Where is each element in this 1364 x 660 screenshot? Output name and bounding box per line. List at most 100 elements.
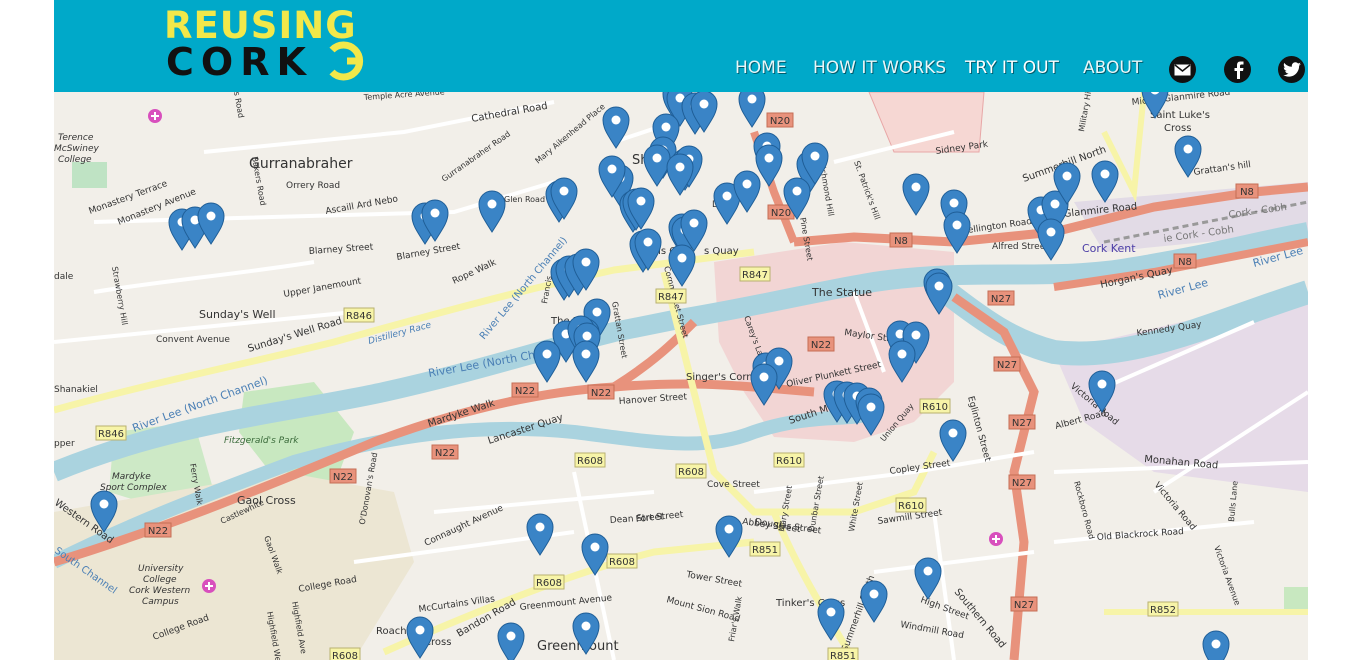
shield-n22-4: N22 [329, 468, 357, 484]
shield-r610: R610 [773, 452, 805, 468]
svg-text:R608: R608 [332, 651, 358, 660]
shield-r610-2: R610 [919, 398, 951, 414]
svg-text:R852: R852 [1150, 605, 1176, 616]
park-block-2 [1284, 587, 1308, 612]
label-orrery-road: Orrery Road [286, 181, 340, 191]
hospital-icon [989, 532, 1003, 546]
shield-n27-2: N27 [993, 356, 1021, 372]
park-block-1 [72, 162, 107, 188]
label-cross: Cross [1164, 123, 1191, 134]
shield-r846-2: R846 [95, 425, 127, 441]
label-dale-fragment: dale [54, 272, 74, 282]
email-icon[interactable] [1169, 56, 1196, 83]
shield-n8-3: N8 [1173, 253, 1197, 269]
svg-text:N27: N27 [991, 294, 1011, 305]
svg-text:N22: N22 [333, 472, 353, 483]
label-the-statue: The Statue [811, 286, 872, 299]
svg-text:R847: R847 [742, 270, 768, 281]
hospital-icon [202, 579, 216, 593]
label-sundays-well: Sunday's Well [199, 308, 276, 321]
shield-n22-6: N22 [807, 336, 835, 352]
svg-text:N22: N22 [811, 340, 831, 351]
shield-r610-3: R610 [895, 497, 927, 513]
svg-text:R846: R846 [98, 429, 124, 440]
svg-text:N8: N8 [894, 236, 908, 247]
page-frame: REUSING CORK HOME HOW IT WORKS TRY IT OU… [54, 0, 1308, 660]
svg-text:R608: R608 [536, 578, 562, 589]
shield-n27: N27 [987, 290, 1015, 306]
shield-r851: R851 [749, 541, 781, 557]
label-shanakiel: Shanakiel [54, 385, 98, 395]
svg-text:N27: N27 [1014, 600, 1034, 611]
label-mardyke: Mardyke [112, 472, 151, 482]
shield-r851-2: R851 [827, 647, 859, 660]
svg-text:N20: N20 [770, 116, 790, 127]
shield-r608-3: R608 [606, 553, 638, 569]
svg-text:N22: N22 [515, 386, 535, 397]
shield-r846: R846 [343, 307, 375, 323]
label-glen-road: Glen Road [504, 195, 545, 204]
shield-r608: R608 [574, 452, 606, 468]
shield-n22: N22 [511, 382, 539, 398]
label-university: University [138, 564, 184, 574]
shield-r608-4: R608 [533, 574, 565, 590]
shield-n8-2: N8 [1235, 183, 1259, 199]
hospital-icon [148, 109, 162, 123]
label-campus: Campus [142, 597, 179, 607]
svg-text:N20: N20 [771, 208, 791, 219]
map-view[interactable]: Gurranabraher Sunday's Well Sunday's Wel… [54, 92, 1308, 660]
svg-text:R846: R846 [346, 311, 372, 322]
svg-text:R610: R610 [922, 402, 948, 413]
svg-text:N27: N27 [1012, 478, 1032, 489]
map-canvas[interactable]: Gurranabraher Sunday's Well Sunday's Wel… [54, 92, 1308, 660]
svg-text:R608: R608 [577, 456, 603, 467]
map-marker-icon[interactable] [1202, 630, 1230, 660]
label-college: College [143, 575, 177, 585]
shield-n20: N20 [766, 112, 794, 128]
shield-n27-3: N27 [1008, 414, 1036, 430]
shield-n27-4: N27 [1008, 474, 1036, 490]
nav-home[interactable]: HOME [735, 58, 787, 78]
label-mcswiney: McSwiney [54, 144, 100, 154]
label-terence: Terence [58, 133, 94, 143]
svg-text:R610: R610 [776, 456, 802, 467]
shield-r852: R852 [1147, 601, 1179, 617]
svg-text:R610: R610 [898, 501, 924, 512]
site-header: REUSING CORK HOME HOW IT WORKS TRY IT OU… [54, 0, 1308, 92]
shield-n27-5: N27 [1010, 596, 1038, 612]
shield-r608-5: R608 [329, 647, 361, 660]
nav-how-it-works[interactable]: HOW IT WORKS [813, 58, 946, 78]
main-nav: HOME HOW IT WORKS TRY IT OUT ABOUT [54, 58, 1308, 82]
svg-text:R851: R851 [752, 545, 778, 556]
label-upper-fragment: pper [54, 439, 75, 449]
shield-r847: R847 [739, 266, 771, 282]
shield-n22-3: N22 [431, 444, 459, 460]
label-sport-complex: Sport Complex [100, 483, 167, 493]
facebook-icon[interactable] [1224, 56, 1251, 83]
label-quay-fragment: s Quay [704, 246, 739, 257]
svg-text:R608: R608 [609, 557, 635, 568]
label-convent-avenue: Convent Avenue [156, 335, 230, 345]
twitter-icon[interactable] [1278, 56, 1305, 83]
svg-text:N22: N22 [435, 448, 455, 459]
svg-text:R608: R608 [678, 467, 704, 478]
nav-about[interactable]: ABOUT [1083, 58, 1142, 78]
svg-text:N27: N27 [997, 360, 1017, 371]
label-fitzgeralds-park: Fitzgerald's Park [224, 436, 299, 446]
nav-try-it-out[interactable]: TRY IT OUT [965, 58, 1059, 78]
svg-text:N22: N22 [148, 526, 168, 537]
svg-text:N22: N22 [591, 388, 611, 399]
label-cove-street: Cove Street [707, 480, 760, 490]
label-cork-kent: Cork Kent [1082, 242, 1136, 255]
shield-n22-2: N22 [587, 384, 615, 400]
svg-text:R847: R847 [658, 292, 684, 303]
label-gurranabraher: Gurranabraher [249, 156, 353, 172]
svg-text:N27: N27 [1012, 418, 1032, 429]
shield-r847-2: R847 [655, 288, 687, 304]
svg-text:N8: N8 [1240, 187, 1254, 198]
svg-text:R851: R851 [830, 651, 856, 660]
label-cork-western: Cork Western [129, 586, 190, 596]
label-college-2: College [58, 155, 92, 165]
shield-n8: N8 [889, 232, 913, 248]
shield-r608-2: R608 [675, 463, 707, 479]
